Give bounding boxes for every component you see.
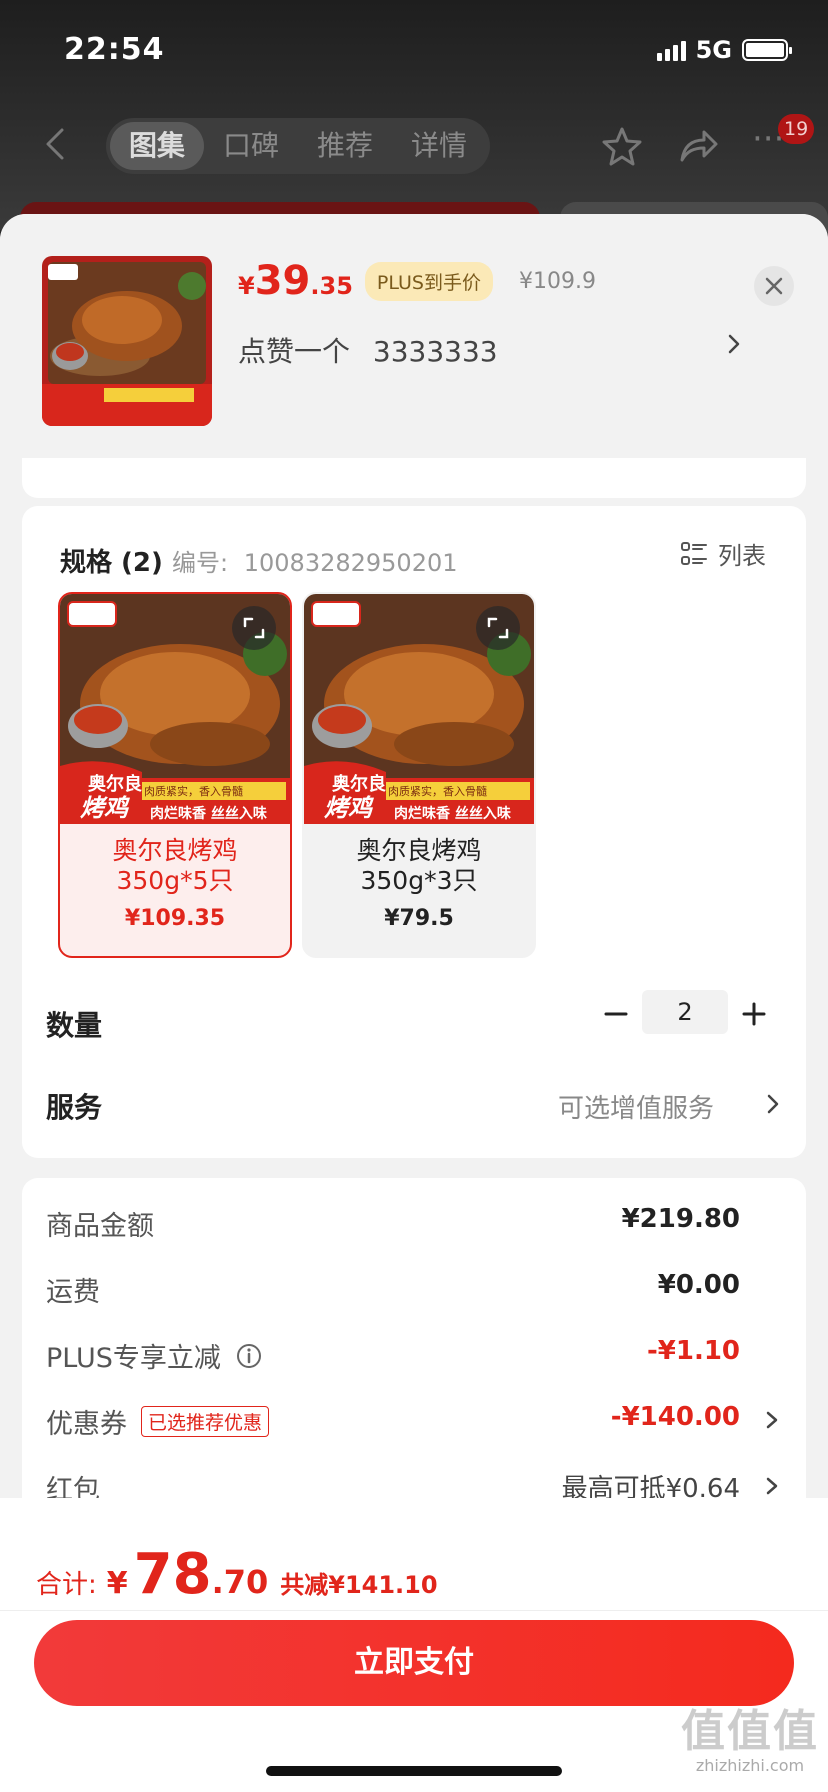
watermark-logo: 值值值 — [681, 1706, 819, 1757]
watermark-text: zhizhizhi.com — [695, 1756, 805, 1775]
notification-badge: 19 — [778, 114, 815, 144]
price-decimal: .35 — [310, 272, 353, 300]
nav-tabs: 图集 口碑 推荐 详情 — [106, 118, 490, 174]
chevron-right-icon[interactable] — [762, 1084, 784, 1124]
fee-label: 优惠券 — [46, 1409, 127, 1440]
signal-icon — [656, 39, 686, 61]
total-integer: 78 — [133, 1542, 212, 1607]
product-header: ¥ 39 .35 PLUS到手价 ¥109.9 点赞一个 3333333 — [0, 214, 828, 458]
list-view-label: 列表 — [718, 542, 766, 570]
fee-label: 运费 — [46, 1277, 100, 1308]
total-saved: 共减¥141.10 — [280, 1571, 438, 1599]
svg-text:奥尔良: 奥尔良 — [332, 773, 386, 795]
total-label: 合计: — [36, 1570, 97, 1600]
service-value[interactable]: 可选增值服务 — [558, 1088, 714, 1125]
svg-text:肉质紧实，香入骨髓: 肉质紧实，香入骨髓 — [144, 784, 243, 798]
close-icon — [765, 277, 783, 295]
original-price: ¥109.9 — [518, 268, 596, 294]
expand-icon[interactable] — [476, 606, 520, 650]
home-indicator[interactable] — [266, 1766, 562, 1776]
address-name: 点赞一个 — [238, 335, 351, 368]
close-button[interactable] — [754, 266, 794, 306]
expand-icon[interactable] — [232, 606, 276, 650]
tab-details[interactable]: 详情 — [392, 122, 486, 170]
product-thumbnail[interactable] — [42, 256, 212, 426]
fee-value: ¥0.00 — [657, 1270, 740, 1300]
checkout-bar: 合计: ¥ 78 .70 共减¥141.10 立即支付 值值值 zhizhizh… — [0, 1498, 828, 1792]
total-row: 合计: ¥ 78 .70 共减¥141.10 — [36, 1542, 438, 1607]
spec-code-value: 10083282950201 — [243, 549, 458, 577]
fee-label: PLUS专享立减 — [46, 1343, 221, 1374]
total-currency: ¥ — [106, 1566, 128, 1601]
status-time: 22:54 — [64, 32, 165, 67]
svg-text:奥尔良: 奥尔良 — [88, 773, 142, 795]
info-icon[interactable] — [235, 1342, 263, 1370]
list-icon — [681, 541, 707, 565]
spec-code-label: 编号: — [172, 549, 229, 577]
tab-recommend[interactable]: 推荐 — [298, 122, 392, 170]
network-label: 5G — [695, 36, 732, 64]
chevron-right-icon[interactable] — [762, 1402, 782, 1438]
coupon-tag: 已选推荐优惠 — [141, 1406, 270, 1437]
quantity-decrease-button[interactable] — [596, 994, 636, 1034]
svg-text:烤鸡: 烤鸡 — [80, 794, 130, 822]
total-decimal: .70 — [211, 1563, 269, 1601]
spec-card: 规格 (2) 编号: 10083282950201 列表 奥尔良 烤鸡 肉质紧实… — [22, 506, 806, 1158]
price-currency: ¥ — [238, 272, 255, 300]
fee-row-shipping: 运费 ¥0.00 — [22, 1262, 806, 1312]
fee-label: 商品金额 — [46, 1211, 154, 1242]
svg-text:肉烂味香 丝丝入味: 肉烂味香 丝丝入味 — [394, 805, 511, 822]
svg-text:烤鸡: 烤鸡 — [324, 794, 374, 822]
service-label: 服务 — [46, 1091, 103, 1124]
fee-row-coupon[interactable]: 优惠券 已选推荐优惠 -¥140.00 — [22, 1394, 806, 1444]
spec-option-image: 奥尔良 烤鸡 肉质紧实，香入骨髓 肉烂味香 丝丝入味 — [60, 594, 290, 824]
price-integer: 39 — [254, 258, 311, 304]
fee-value: -¥1.10 — [646, 1336, 740, 1366]
plus-icon — [742, 1002, 766, 1026]
quantity-input[interactable]: 2 — [642, 990, 728, 1034]
address-phone: 3333333 — [372, 335, 498, 368]
spec-title: 规格 (2) — [60, 548, 163, 578]
top-nav: 图集 口碑 推荐 详情 ··· — [0, 110, 828, 180]
address-card-edge — [22, 458, 806, 498]
tab-reviews[interactable]: 口碑 — [204, 122, 298, 170]
minus-icon — [604, 1012, 628, 1016]
share-icon[interactable] — [676, 124, 720, 168]
address-row[interactable]: 点赞一个 3333333 — [238, 330, 738, 370]
chevron-right-icon[interactable] — [722, 324, 746, 364]
battery-icon — [742, 39, 792, 61]
spec-option-name: 奥尔良烤鸡 350g*3只 — [356, 836, 482, 895]
star-icon[interactable] — [600, 124, 644, 168]
price-row: ¥ 39 .35 PLUS到手价 ¥109.9 — [238, 258, 596, 304]
plus-price-tag: PLUS到手价 — [364, 261, 493, 301]
spec-code: 编号: 10083282950201 — [172, 543, 458, 578]
status-indicators: 5G — [656, 36, 792, 64]
fee-value: -¥140.00 — [610, 1402, 740, 1432]
tab-gallery[interactable]: 图集 — [110, 122, 204, 170]
fee-value: ¥219.80 — [621, 1204, 740, 1234]
spec-option-price: ¥109.35 — [124, 906, 226, 931]
chevron-left-icon[interactable] — [36, 124, 76, 164]
quantity-increase-button[interactable] — [734, 994, 774, 1034]
list-view-toggle[interactable]: 列表 — [680, 536, 766, 571]
spec-option-3pack[interactable]: 奥尔良 烤鸡 肉质紧实，香入骨髓 肉烂味香 丝丝入味 奥尔良烤鸡 350g*3只… — [302, 592, 536, 958]
spec-option-5pack[interactable]: 奥尔良 烤鸡 肉质紧实，香入骨髓 肉烂味香 丝丝入味 奥尔良烤鸡 350g*5只… — [58, 592, 292, 958]
svg-text:肉烂味香 丝丝入味: 肉烂味香 丝丝入味 — [150, 805, 267, 822]
fee-row-plus-discount: PLUS专享立减 -¥1.10 — [22, 1328, 806, 1378]
spec-option-name: 奥尔良烤鸡 350g*5只 — [112, 836, 238, 895]
spec-option-image: 奥尔良 烤鸡 肉质紧实，香入骨髓 肉烂味香 丝丝入味 — [304, 594, 534, 824]
spec-option-price: ¥79.5 — [384, 906, 454, 931]
status-bar: 22:54 5G — [0, 0, 828, 100]
svg-text:肉质紧实，香入骨髓: 肉质紧实，香入骨髓 — [388, 784, 487, 798]
pay-now-button[interactable]: 立即支付 — [34, 1620, 794, 1706]
quantity-label: 数量 — [46, 1009, 103, 1042]
fee-row-subtotal: 商品金额 ¥219.80 — [22, 1196, 806, 1246]
divider — [0, 1610, 828, 1611]
watermark: 值值值 zhizhizhi.com — [676, 1706, 824, 1776]
